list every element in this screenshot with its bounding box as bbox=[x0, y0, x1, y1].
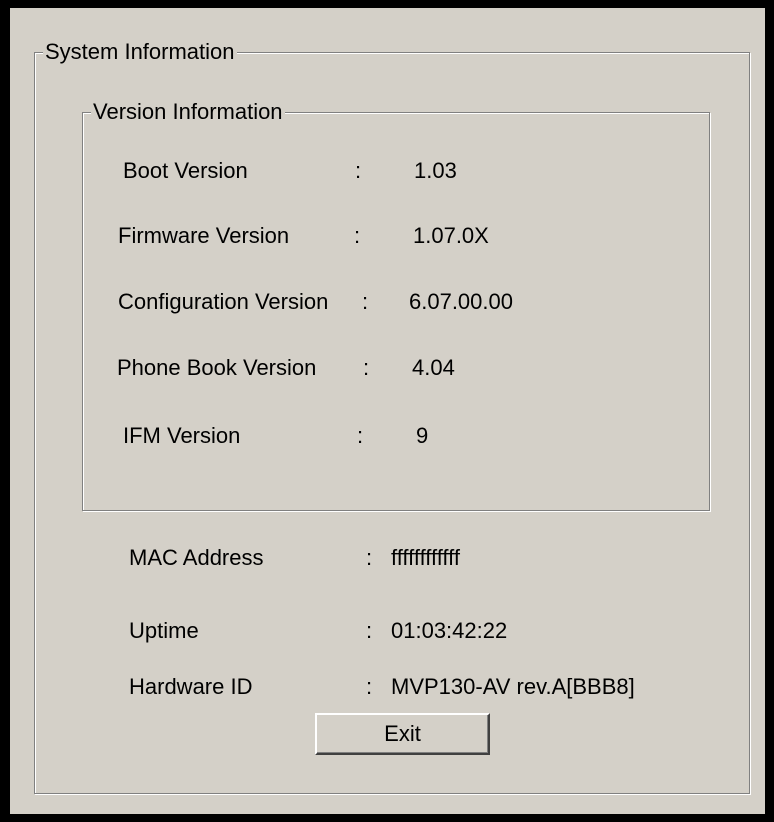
configuration-version-separator: : bbox=[362, 289, 369, 314]
boot-version-value: 1.03 bbox=[414, 158, 457, 183]
uptime-separator: : bbox=[366, 618, 373, 643]
uptime-label: Uptime bbox=[129, 618, 199, 643]
firmware-version-separator: : bbox=[354, 223, 361, 248]
mac-address-separator: : bbox=[366, 545, 373, 570]
ifm-version-separator: : bbox=[357, 423, 364, 448]
configuration-version-value: 6.07.00.00 bbox=[409, 289, 513, 314]
ifm-version-label: IFM Version bbox=[123, 423, 241, 448]
version-information-title: Version Information bbox=[91, 98, 285, 126]
system-information-title: System Information bbox=[43, 38, 237, 66]
firmware-version-label: Firmware Version bbox=[118, 223, 290, 248]
hardware-id-value: MVP130-AV rev.A[BBB8] bbox=[391, 674, 635, 699]
mac-address-label: MAC Address bbox=[129, 545, 264, 570]
firmware-version-value: 1.07.0X bbox=[413, 223, 489, 248]
configuration-version-label: Configuration Version bbox=[118, 289, 329, 314]
phone-book-version-label: Phone Book Version bbox=[117, 355, 317, 380]
system-information-window: System Information Version Information B… bbox=[10, 8, 765, 814]
hardware-id-label: Hardware ID bbox=[129, 674, 253, 699]
uptime-value: 01:03:42:22 bbox=[391, 618, 508, 643]
boot-version-label: Boot Version bbox=[123, 158, 248, 183]
ifm-version-value: 9 bbox=[416, 423, 429, 448]
phone-book-version-value: 4.04 bbox=[412, 355, 455, 380]
phone-book-version-separator: : bbox=[363, 355, 370, 380]
boot-version-separator: : bbox=[355, 158, 362, 183]
exit-button[interactable]: Exit bbox=[315, 713, 490, 755]
hardware-id-separator: : bbox=[366, 674, 373, 699]
mac-address-value: ffffffffffff bbox=[391, 545, 460, 570]
